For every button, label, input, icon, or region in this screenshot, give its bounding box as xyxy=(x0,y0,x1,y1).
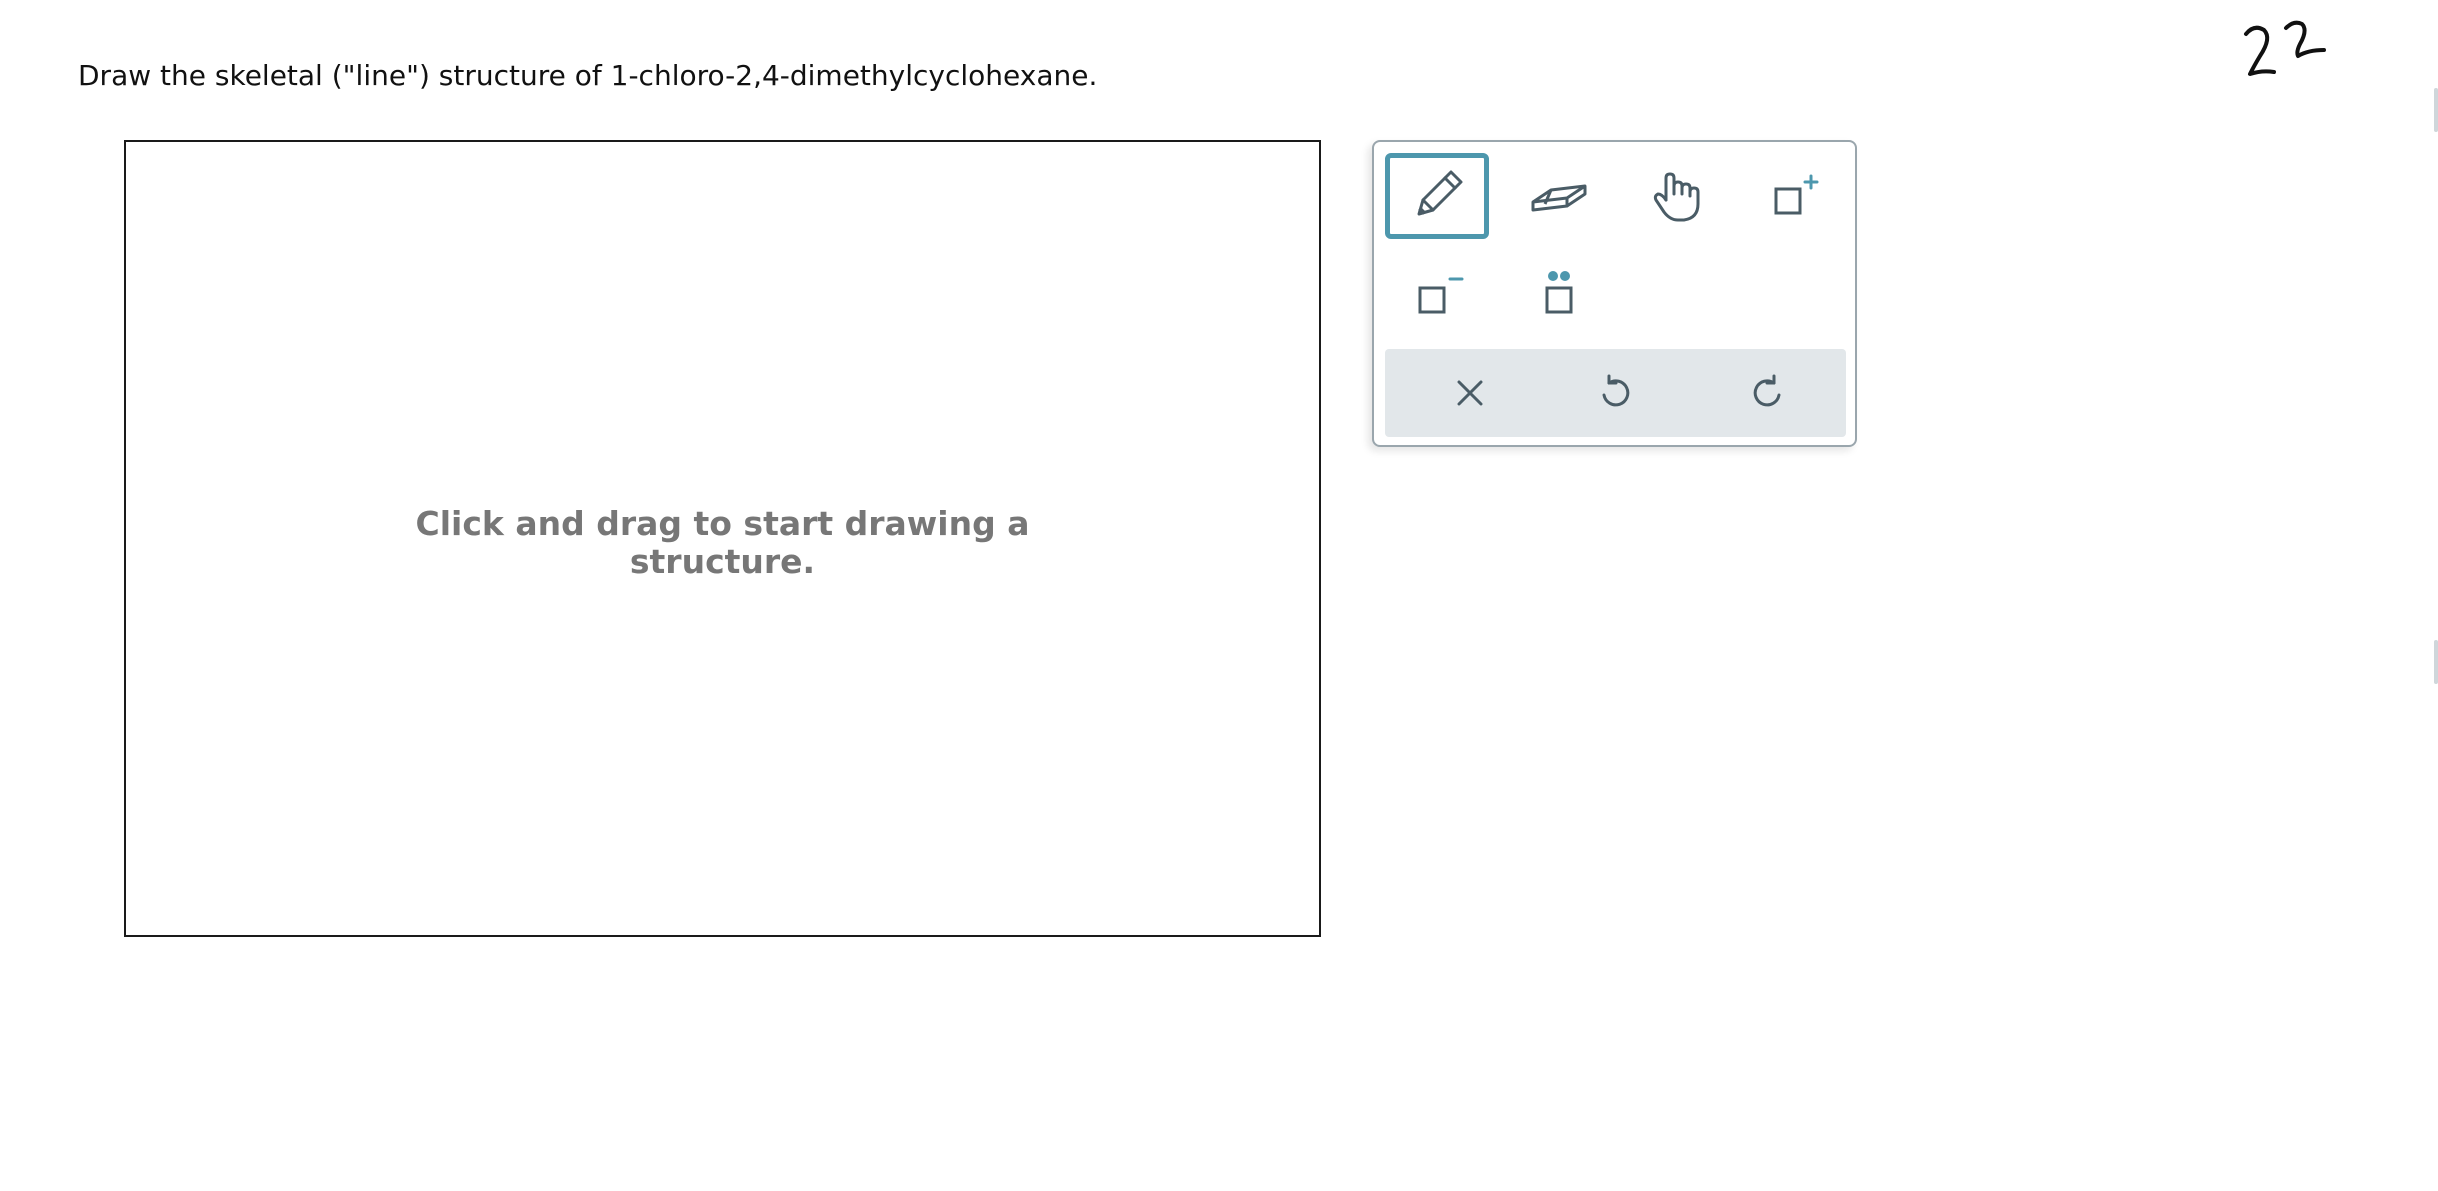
positive-charge-icon xyxy=(1774,174,1819,215)
lone-pair-tool-button[interactable] xyxy=(1507,250,1611,336)
move-tool-button[interactable] xyxy=(1624,153,1728,239)
pencil-tool-button[interactable] xyxy=(1385,153,1489,239)
drawing-canvas[interactable]: Click and drag to start drawing a struct… xyxy=(124,140,1321,937)
toolbox-actions-bar xyxy=(1385,349,1846,437)
undo-icon xyxy=(1602,374,1630,407)
lone-pair-icon xyxy=(1545,271,1573,314)
scrollbar-mark xyxy=(2434,640,2438,684)
drawing-toolbox xyxy=(1372,140,1857,447)
page: Draw the skeletal ("line") structure of … xyxy=(0,0,2438,1191)
redo-button[interactable] xyxy=(1718,349,1818,437)
negative-charge-tool-button[interactable] xyxy=(1385,250,1489,336)
redo-icon xyxy=(1753,374,1781,407)
clear-button[interactable] xyxy=(1420,349,1520,437)
close-icon xyxy=(1457,380,1483,406)
negative-charge-icon xyxy=(1418,277,1464,314)
eraser-icon xyxy=(1531,184,1587,212)
undo-button[interactable] xyxy=(1565,349,1665,437)
canvas-hint-line-2: structure. xyxy=(629,542,816,581)
question-prompt: Draw the skeletal ("line") structure of … xyxy=(78,59,1098,92)
eraser-tool-button[interactable] xyxy=(1507,153,1611,239)
pencil-icon xyxy=(1417,170,1463,216)
hand-icon xyxy=(1653,172,1700,222)
handwritten-annotation xyxy=(2244,20,2326,76)
canvas-hint: Click and drag to start drawing a struct… xyxy=(126,505,1319,581)
canvas-hint-line-1: Click and drag to start drawing a xyxy=(415,504,1030,543)
scrollbar-mark xyxy=(2434,88,2438,132)
positive-charge-tool-button[interactable] xyxy=(1741,153,1845,239)
